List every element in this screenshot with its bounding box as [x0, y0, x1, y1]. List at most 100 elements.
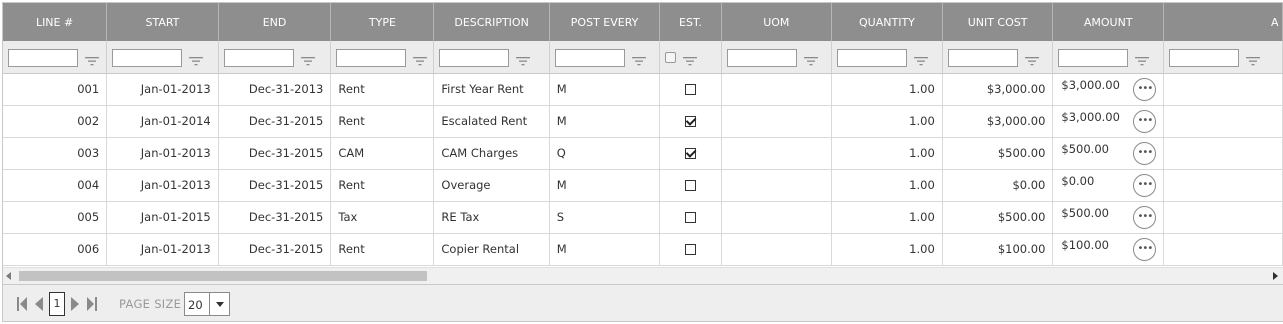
- table-row[interactable]: 003 Jan-01-2013 Dec-31-2015 CAM CAM Charges Q…: [3, 137, 1283, 170]
- end-cell: Dec-31-2015: [218, 233, 332, 266]
- est-checkbox[interactable]: [684, 244, 696, 255]
- end-cell: Dec-31-2015: [218, 201, 332, 234]
- first-page-icon[interactable]: [16, 296, 28, 312]
- line-cell: 002: [3, 105, 108, 138]
- filter-input-line[interactable]: [8, 48, 78, 67]
- col-header-est[interactable]: EST.: [659, 3, 722, 41]
- quantity-cell: 1.00: [831, 201, 943, 234]
- filter-input-start[interactable]: [112, 48, 183, 67]
- table-row[interactable]: 004 Jan-01-2013 Dec-31-2015 Rent Overage M 1.0…: [3, 169, 1283, 202]
- col-header-amount[interactable]: AMOUNT: [1052, 3, 1165, 41]
- col-header-end[interactable]: END: [218, 3, 332, 41]
- post-every-cell: M: [549, 169, 661, 202]
- filter-icon[interactable]: [682, 52, 698, 66]
- unit-cost-cell: $3,000.00: [942, 73, 1054, 106]
- more-horizontal-icon[interactable]: •••: [1133, 109, 1157, 133]
- col-header-unit-cost[interactable]: UNIT COST: [942, 3, 1054, 41]
- filter-icon[interactable]: [803, 52, 819, 65]
- filter-input-uom[interactable]: [726, 48, 797, 67]
- prev-page-icon[interactable]: [33, 296, 45, 312]
- filter-input-unit-cost[interactable]: [947, 48, 1018, 67]
- est-cell: [659, 233, 722, 266]
- amount-value: $3,000.00: [1061, 109, 1120, 124]
- table-row[interactable]: 006 Jan-01-2013 Dec-31-2015 Rent Copier Rent…: [3, 233, 1283, 266]
- filter-icon[interactable]: [1134, 52, 1150, 65]
- more-horizontal-icon[interactable]: •••: [1133, 77, 1157, 101]
- filter-input-description[interactable]: [439, 48, 510, 67]
- table-row[interactable]: 002 Jan-01-2014 Dec-31-2015 Rent Escalated R…: [3, 105, 1283, 138]
- est-checkbox[interactable]: [684, 148, 696, 159]
- start-cell: Jan-01-2015: [106, 201, 219, 234]
- filter-icon[interactable]: [188, 52, 204, 65]
- filter-icon[interactable]: [412, 52, 428, 65]
- filter-icon[interactable]: [300, 52, 316, 65]
- est-checkbox[interactable]: [684, 180, 696, 191]
- filter-icon[interactable]: [515, 52, 531, 65]
- filter-icon[interactable]: [1245, 52, 1261, 65]
- amount-cell: $500.00 •••: [1052, 201, 1165, 234]
- description-cell: First Year Rent: [433, 73, 550, 106]
- col-header-start[interactable]: START: [106, 3, 219, 41]
- filter-row: [3, 41, 1283, 74]
- filter-icon[interactable]: [1024, 52, 1040, 65]
- filter-icon[interactable]: [631, 52, 647, 65]
- filter-checkbox-est[interactable]: [665, 52, 677, 64]
- scroll-left-icon[interactable]: [6, 272, 11, 280]
- table-row[interactable]: 001 Jan-01-2013 Dec-31-2013 Rent First Year …: [3, 73, 1283, 106]
- grid-table: LINE # START END TYPE DESCRIPTION POST E…: [3, 3, 1283, 266]
- est-cell: [659, 169, 722, 202]
- uom-cell: [721, 233, 833, 266]
- col-header-description[interactable]: DESCRIPTION: [433, 3, 550, 41]
- col-header-line[interactable]: LINE #: [3, 3, 108, 41]
- post-every-cell: M: [549, 105, 661, 138]
- page-size-select[interactable]: 20: [184, 292, 230, 316]
- more-horizontal-icon[interactable]: •••: [1133, 205, 1157, 229]
- uom-cell: [721, 73, 833, 106]
- quantity-cell: 1.00: [831, 169, 943, 202]
- col-header-uom[interactable]: UOM: [721, 3, 833, 41]
- quantity-cell: 1.00: [831, 105, 943, 138]
- next-page-icon[interactable]: [69, 296, 81, 312]
- filter-input-type[interactable]: [336, 48, 407, 67]
- filter-input-quantity[interactable]: [837, 48, 908, 67]
- table-row[interactable]: 005 Jan-01-2015 Dec-31-2015 Tax RE Tax S 1.00 $…: [3, 201, 1283, 234]
- amount-value: $3,000.00: [1061, 77, 1120, 92]
- last-page-icon[interactable]: [86, 296, 98, 312]
- end-cell: Dec-31-2015: [218, 105, 332, 138]
- col-header-post-every[interactable]: POST EVERY: [549, 3, 661, 41]
- col-header-type[interactable]: TYPE: [330, 3, 435, 41]
- page-size-label: PAGE SIZE: [119, 297, 182, 311]
- start-cell: Jan-01-2013: [106, 137, 219, 170]
- scroll-right-icon[interactable]: [1273, 272, 1278, 280]
- more-horizontal-icon[interactable]: •••: [1133, 173, 1157, 197]
- col-header-next[interactable]: A: [1163, 3, 1283, 41]
- est-checkbox[interactable]: [684, 212, 696, 223]
- filter-cell-start: [106, 41, 219, 74]
- type-cell: CAM: [330, 137, 435, 170]
- description-cell: CAM Charges: [433, 137, 550, 170]
- charges-grid: LINE # START END TYPE DESCRIPTION POST E…: [2, 2, 1283, 322]
- pager: 1 PAGE SIZE 20: [3, 284, 1283, 321]
- filter-cell-type: [330, 41, 435, 74]
- more-horizontal-icon[interactable]: •••: [1133, 237, 1157, 261]
- line-cell: 005: [3, 201, 108, 234]
- filter-input-amount[interactable]: [1058, 48, 1129, 67]
- filter-icon[interactable]: [84, 52, 100, 65]
- filter-input-post-every[interactable]: [554, 48, 625, 67]
- next-cell: [1163, 73, 1283, 106]
- amount-value: $100.00: [1061, 237, 1109, 252]
- col-header-quantity[interactable]: QUANTITY: [831, 3, 943, 41]
- more-horizontal-icon[interactable]: •••: [1133, 141, 1157, 165]
- filter-input-end[interactable]: [223, 48, 294, 67]
- post-every-cell: M: [549, 233, 661, 266]
- est-checkbox[interactable]: [684, 116, 696, 127]
- type-cell: Rent: [330, 105, 435, 138]
- filter-input-next[interactable]: [1169, 48, 1240, 67]
- horizontal-scrollbar[interactable]: [3, 267, 1283, 284]
- filter-icon[interactable]: [913, 52, 929, 65]
- est-checkbox[interactable]: [684, 84, 696, 95]
- current-page[interactable]: 1: [49, 292, 65, 316]
- chevron-down-icon[interactable]: [209, 293, 229, 315]
- scrollbar-thumb[interactable]: [19, 271, 427, 281]
- amount-value: $500.00: [1061, 141, 1109, 156]
